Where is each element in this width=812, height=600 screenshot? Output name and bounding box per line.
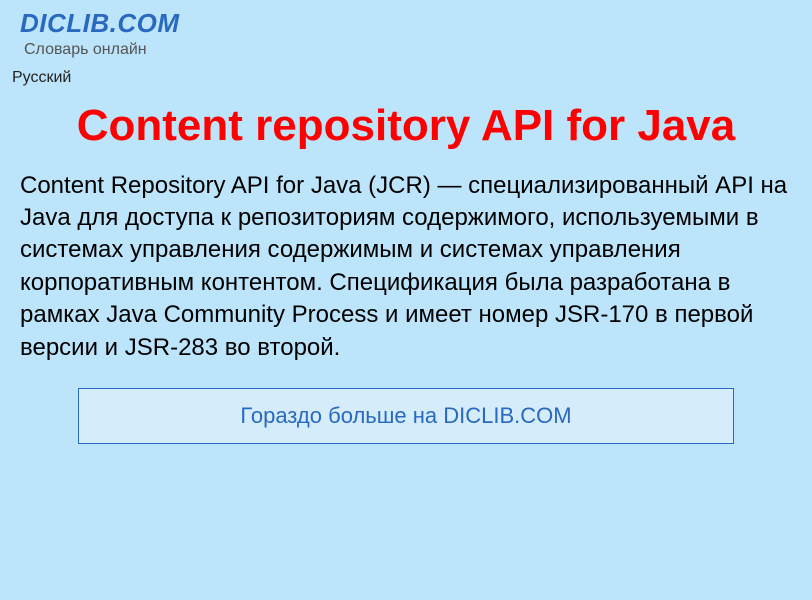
article-title: Content repository API for Java (18, 101, 794, 152)
language-label: Русский (12, 69, 71, 86)
main-content: Content repository API for Java Content … (0, 101, 812, 444)
site-tagline: Словарь онлайн (24, 41, 792, 59)
more-box[interactable]: Гораздо больше на DICLIB.COM (78, 388, 734, 444)
article-body: Content Repository API for Java (JCR) — … (20, 170, 792, 364)
more-link[interactable]: Гораздо больше на DICLIB.COM (240, 403, 571, 428)
site-header: DICLIB.COM Словарь онлайн (0, 0, 812, 63)
language-selector[interactable]: Русский (0, 63, 812, 95)
site-title[interactable]: DICLIB.COM (20, 8, 792, 39)
